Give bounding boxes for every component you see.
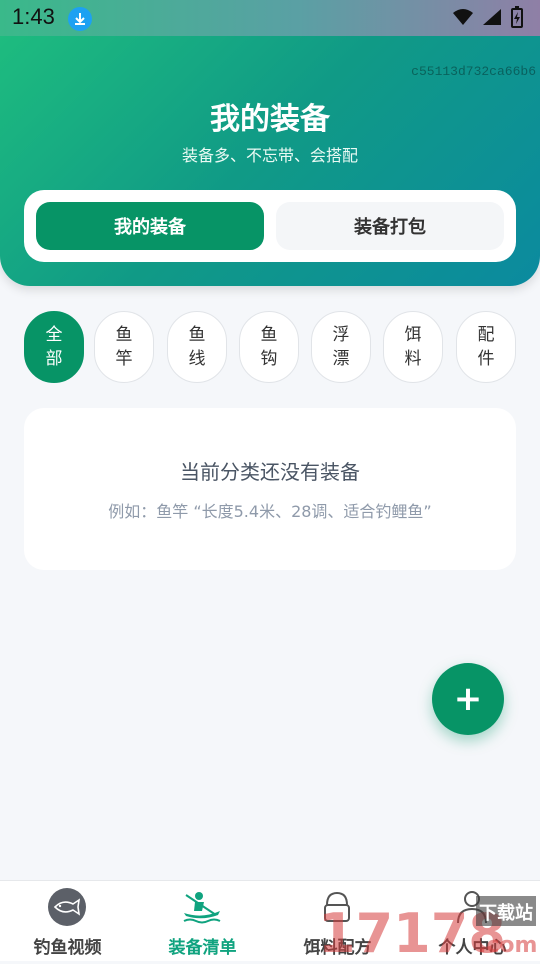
chip-line[interactable]: 鱼线 — [167, 311, 227, 383]
signal-icon — [483, 9, 501, 25]
chip-hook[interactable]: 鱼钩 — [239, 311, 299, 383]
battery-icon — [511, 6, 523, 28]
tab-fishing-video[interactable]: 钓鱼视频 — [0, 881, 135, 961]
chip-accessory[interactable]: 配件 — [456, 311, 516, 383]
status-icons — [452, 6, 524, 28]
status-bar: 1:43 — [0, 0, 540, 36]
page-title: 我的装备 — [210, 102, 330, 137]
empty-hint: 例如：鱼竿 “长度5.4米、28调、适合钓鲤鱼” — [108, 502, 432, 521]
build-hash: c55113d732ca66b6 — [411, 64, 536, 79]
chip-rod[interactable]: 鱼竿 — [94, 311, 154, 383]
empty-title: 当前分类还没有装备 — [180, 460, 360, 484]
svg-text:下载站: 下载站 — [479, 902, 533, 924]
fish-icon — [48, 888, 86, 926]
watermark-logo: 17178 下载站 .com — [318, 890, 540, 964]
tab-gear-pack[interactable]: 装备打包 — [276, 202, 504, 250]
tab-gear-list[interactable]: 装备清单 — [135, 881, 270, 961]
tab-label: 钓鱼视频 — [33, 938, 102, 958]
segment-control: 我的装备 装备打包 — [24, 190, 516, 262]
page-subtitle: 装备多、不忘带、会搭配 — [181, 146, 358, 165]
status-time: 1:43 — [12, 4, 55, 29]
tab-my-gear[interactable]: 我的装备 — [36, 202, 264, 250]
chip-float[interactable]: 浮漂 — [311, 311, 371, 383]
header-banner: 1:43 c55113d732ca66b6 我的装备 装备多、不忘带、会搭配 我… — [0, 0, 540, 286]
chip-all[interactable]: 全部 — [24, 311, 84, 383]
download-icon — [68, 7, 92, 31]
add-gear-button[interactable]: + — [432, 663, 504, 735]
empty-state-card: 当前分类还没有装备 例如：鱼竿 “长度5.4米、28调、适合钓鲤鱼” — [24, 408, 516, 570]
tab-label: 装备清单 — [168, 938, 237, 958]
wifi-icon — [453, 9, 473, 25]
chip-bait[interactable]: 饵料 — [383, 311, 443, 383]
kayak-icon — [183, 892, 221, 924]
svg-text:.com: .com — [478, 933, 537, 958]
